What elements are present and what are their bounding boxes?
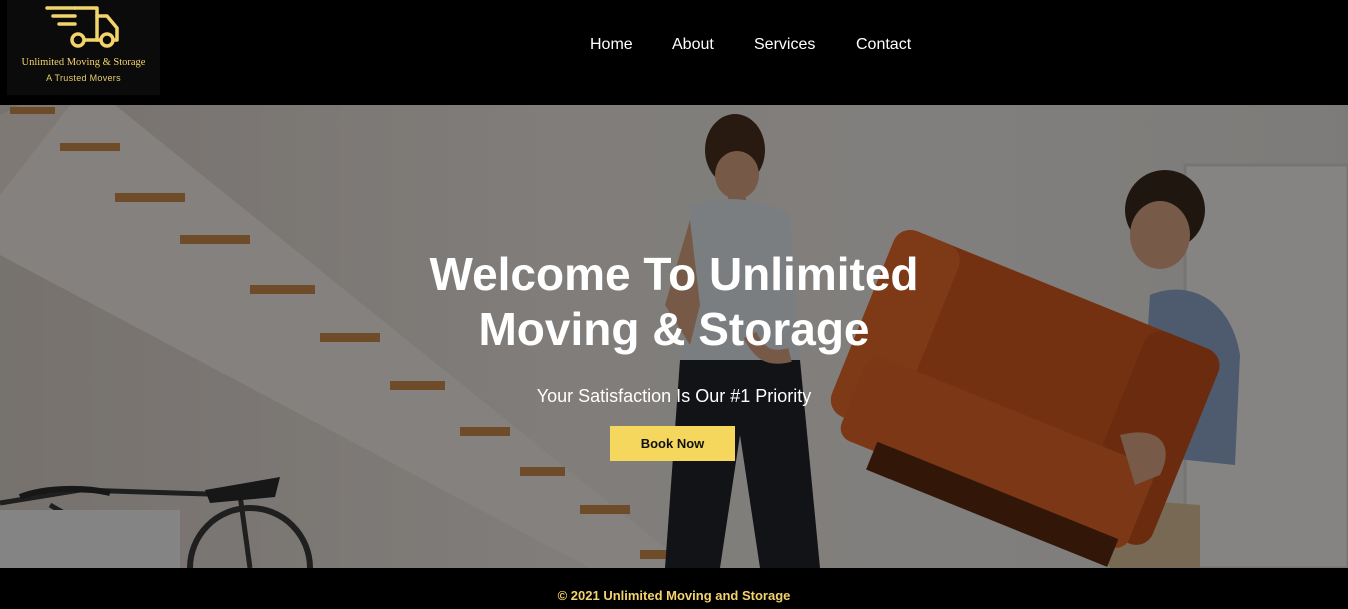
nav-contact-link[interactable]: Contact bbox=[856, 36, 911, 54]
brand-name: Unlimited Moving & Storage bbox=[21, 57, 146, 68]
hero-section: Welcome To Unlimited Moving & Storage Yo… bbox=[0, 105, 1348, 568]
nav-services-link[interactable]: Services bbox=[754, 36, 815, 54]
nav-home-link[interactable]: Home bbox=[590, 36, 633, 54]
main-nav: Home About Services Contact bbox=[0, 36, 1348, 58]
nav-about-link[interactable]: About bbox=[672, 36, 714, 54]
brand-tagline: A Trusted Movers bbox=[46, 73, 121, 83]
site-header: Unlimited Moving & Storage A Trusted Mov… bbox=[0, 0, 1348, 105]
hero-title-line-2: Moving & Storage bbox=[478, 303, 870, 355]
book-now-button[interactable]: Book Now bbox=[610, 426, 735, 461]
hero-title: Welcome To Unlimited Moving & Storage bbox=[374, 247, 974, 357]
footer-copyright: © 2021 Unlimited Moving and Storage bbox=[557, 588, 791, 603]
hero-title-line-1: Welcome To Unlimited bbox=[429, 248, 919, 300]
hero-subtitle: Your Satisfaction Is Our #1 Priority bbox=[536, 386, 812, 406]
site-footer: © 2021 Unlimited Moving and Storage bbox=[0, 568, 1348, 609]
